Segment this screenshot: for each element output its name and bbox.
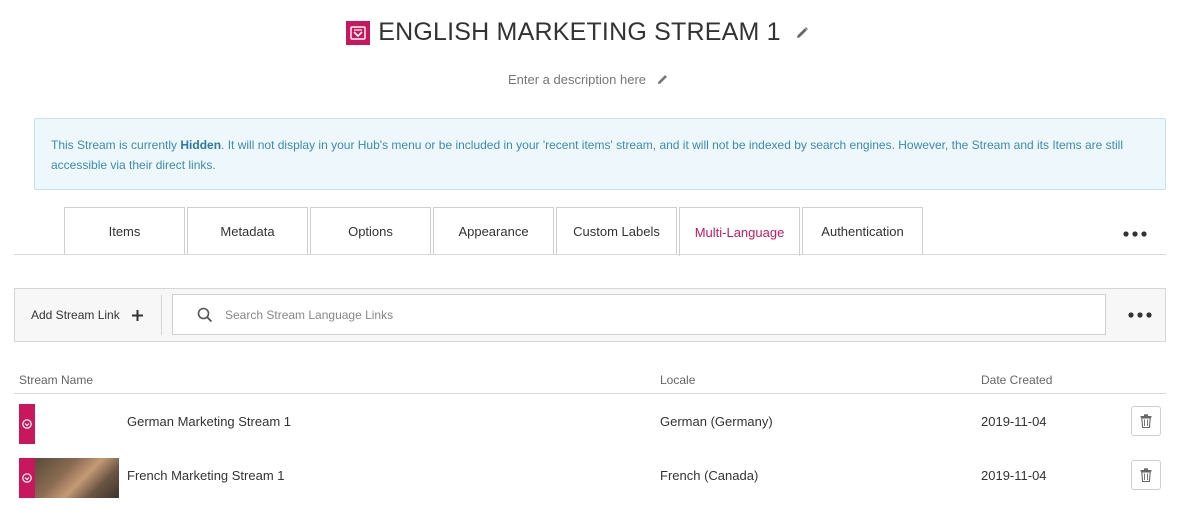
stream-icon	[346, 20, 371, 45]
column-header-date-created[interactable]: Date Created	[981, 373, 1052, 387]
description-placeholder[interactable]: Enter a description here	[508, 72, 646, 87]
stream-thumbnail	[19, 458, 119, 498]
tab-items[interactable]: Items	[64, 207, 185, 255]
delete-trash-icon[interactable]	[1131, 406, 1161, 436]
stream-thumbnail	[19, 404, 35, 444]
tab-appearance[interactable]: Appearance	[433, 207, 554, 255]
toolbar-divider	[161, 295, 162, 335]
plus-icon	[131, 309, 143, 321]
add-stream-link-label: Add Stream Link	[31, 308, 120, 322]
search-box[interactable]	[172, 294, 1106, 335]
search-input[interactable]	[223, 306, 1083, 323]
notice-text-before: This Stream is currently	[51, 138, 181, 152]
description-row: Enter a description here	[0, 72, 1177, 87]
column-header-locale[interactable]: Locale	[660, 373, 695, 387]
page-title: ENGLISH MARKETING STREAM 1	[378, 18, 781, 46]
notice-status: Hidden	[180, 138, 222, 152]
row-locale: French (Canada)	[660, 467, 759, 483]
page: ENGLISH MARKETING STREAM 1 Enter a descr…	[0, 0, 1177, 511]
links-toolbar: Add Stream Link	[14, 288, 1166, 342]
stream-thumbnail-photo	[35, 458, 119, 498]
edit-title-pencil-icon[interactable]	[795, 26, 809, 40]
search-icon	[197, 307, 213, 323]
table-header: Stream Name Locale Date Created	[14, 370, 1166, 394]
row-stream-name[interactable]: German Marketing Stream 1	[127, 396, 291, 446]
hidden-status-notice: This Stream is currently Hidden. It will…	[34, 118, 1166, 190]
column-header-stream-name[interactable]: Stream Name	[19, 373, 93, 387]
tabs-divider	[14, 254, 1166, 255]
row-date-created: 2019-11-04	[981, 467, 1047, 483]
row-stream-name[interactable]: French Marketing Stream 1	[127, 450, 285, 500]
tab-options[interactable]: Options	[310, 207, 431, 255]
more-tabs-ellipsis-icon[interactable]	[1120, 224, 1150, 244]
table-row[interactable]: German Marketing Stream 1 German (German…	[14, 396, 1166, 446]
title-row: ENGLISH MARKETING STREAM 1	[0, 18, 1177, 47]
tab-authentication[interactable]: Authentication	[802, 207, 923, 255]
tab-custom-labels[interactable]: Custom Labels	[556, 207, 677, 255]
table-row[interactable]: French Marketing Stream 1 French (Canada…	[14, 450, 1166, 500]
stream-brand-icon	[19, 458, 35, 498]
delete-trash-icon[interactable]	[1131, 460, 1161, 490]
stream-brand-icon	[19, 404, 35, 444]
tab-bar: Items Metadata Options Appearance Custom…	[64, 207, 925, 256]
tab-metadata[interactable]: Metadata	[187, 207, 308, 255]
edit-description-pencil-icon[interactable]	[656, 73, 669, 86]
tab-multi-language[interactable]: Multi-Language	[679, 207, 800, 256]
add-stream-link-button[interactable]: Add Stream Link	[15, 289, 160, 341]
row-date-created: 2019-11-04	[981, 413, 1047, 429]
toolbar-more-ellipsis-icon[interactable]	[1125, 305, 1155, 325]
row-locale: German (Germany)	[660, 413, 773, 429]
